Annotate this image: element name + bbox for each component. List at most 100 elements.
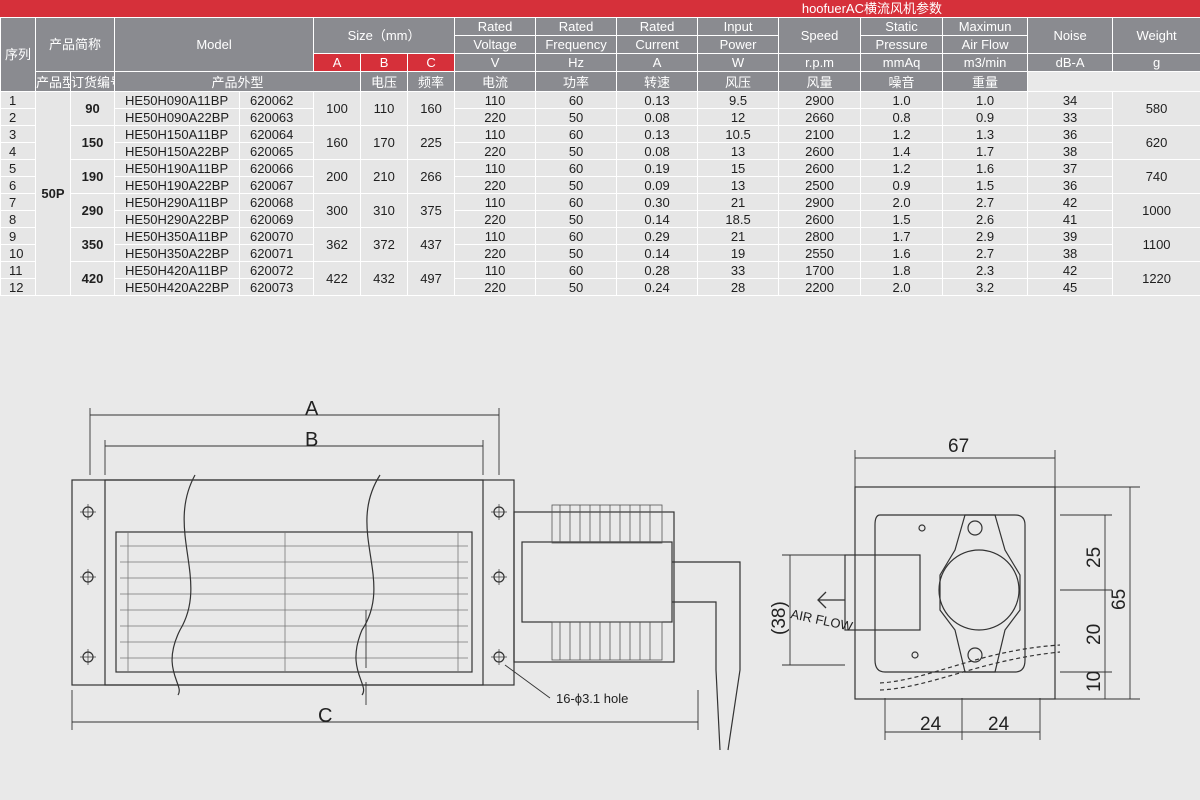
cell-order: 620069 — [239, 210, 315, 228]
cell-noise: 39 — [1027, 227, 1114, 245]
cell-noise: 33 — [1027, 108, 1114, 126]
cell-order: 620066 — [239, 159, 315, 177]
header-flow-unit: m3/min — [942, 53, 1029, 72]
cell-current: 0.09 — [616, 176, 699, 194]
cell-noise: 36 — [1027, 125, 1114, 143]
header-cn-flow: 风量 — [778, 71, 862, 92]
cell-flow: 2.7 — [942, 244, 1029, 262]
cell-size-a: 300 — [313, 193, 362, 228]
side-view-inner — [104, 479, 484, 686]
dim-label-c: C — [318, 705, 332, 727]
header-size: Size（mm） — [313, 17, 456, 54]
cell-model: HE50H350A22BP — [114, 244, 241, 262]
cell-pressure: 1.8 — [860, 261, 944, 279]
cell-model: HE50H290A22BP — [114, 210, 241, 228]
header-short-name: 产品简称 — [34, 17, 116, 72]
dim-label-b: B — [305, 429, 318, 451]
header-size-b: B — [360, 53, 409, 72]
cell-flow: 0.9 — [942, 108, 1029, 126]
airflow-arrow-icon — [817, 591, 845, 609]
cell-speed: 2600 — [778, 210, 862, 228]
cell-seq: 10 — [0, 244, 36, 262]
header-voltage-2: Voltage — [454, 35, 537, 54]
cell-series: 50P — [35, 91, 71, 296]
cell-frequency: 50 — [535, 142, 618, 160]
cell-current: 0.30 — [616, 193, 699, 211]
cell-noise: 42 — [1027, 193, 1114, 211]
cell-frequency: 50 — [535, 176, 618, 194]
header-speed-unit: r.p.m — [778, 53, 862, 72]
header-cn-size: 产品外型 — [114, 71, 362, 92]
header-cn-speed: 转速 — [616, 71, 699, 92]
cell-seq: 1 — [0, 91, 36, 109]
cell-size-a: 160 — [313, 125, 362, 160]
cell-flow: 1.6 — [942, 159, 1029, 177]
cell-voltage: 110 — [454, 159, 537, 177]
cell-noise: 34 — [1027, 91, 1114, 109]
cell-size-b: 110 — [360, 91, 409, 126]
cell-model: HE50H190A11BP — [114, 159, 241, 177]
cell-current: 0.14 — [616, 210, 699, 228]
break-line-right — [355, 474, 381, 696]
cell-model: HE50H150A22BP — [114, 142, 241, 160]
cell-speed: 2500 — [778, 176, 862, 194]
cell-order: 620063 — [239, 108, 315, 126]
cell-frequency: 60 — [535, 227, 618, 245]
title-banner: hoofuerAC横流风机参数 — [0, 0, 1200, 17]
cell-size-b: 210 — [360, 159, 409, 194]
cell-seq: 4 — [0, 142, 36, 160]
impeller-body — [115, 531, 473, 673]
lead-wire-2 — [672, 601, 721, 751]
side-view-frame — [71, 479, 515, 686]
cell-power: 9.5 — [697, 91, 780, 109]
cell-size-a: 422 — [313, 261, 362, 296]
header-voltage-unit: V — [454, 53, 537, 72]
cell-power: 12 — [697, 108, 780, 126]
header-freq-unit: Hz — [535, 53, 618, 72]
dimension-lines-front — [782, 450, 1140, 740]
dim-label-10: 10 — [1084, 671, 1105, 692]
cell-noise: 41 — [1027, 210, 1114, 228]
header-weight-unit: g — [1112, 53, 1200, 72]
cell-order: 620062 — [239, 91, 315, 109]
cell-current: 0.13 — [616, 125, 699, 143]
cell-size-a: 362 — [313, 227, 362, 262]
cell-power: 19 — [697, 244, 780, 262]
cell-seq: 6 — [0, 176, 36, 194]
table-row: 9 350 HE50H350A11BP 620070 362 372 437 110 60 0.2… — [0, 227, 1200, 262]
cell-order: 620068 — [239, 193, 315, 211]
cell-flow: 1.5 — [942, 176, 1029, 194]
header-voltage-1: Rated — [454, 17, 537, 36]
cell-seq: 11 — [0, 261, 36, 279]
cell-short-name: 350 — [69, 227, 116, 262]
cell-voltage: 220 — [454, 244, 537, 262]
header-cn-voltage: 电压 — [360, 71, 409, 92]
cell-short-name: 420 — [69, 261, 116, 296]
header-noise-unit: dB-A — [1027, 53, 1114, 72]
header-pressure-2: Pressure — [860, 35, 944, 54]
cell-size-c: 225 — [407, 125, 456, 160]
cell-size-c: 266 — [407, 159, 456, 194]
table-row: 12 HE50H420A22BP 620073 220 50 0.24 28 2200 2.0 3… — [0, 278, 1200, 296]
cell-size-c: 437 — [407, 227, 456, 262]
header-speed: Speed — [778, 17, 862, 54]
dim-label-24-left: 24 — [920, 714, 942, 735]
header-size-c: C — [407, 53, 456, 72]
cell-seq: 2 — [0, 108, 36, 126]
table-row: 6 HE50H190A22BP 620067 220 50 0.09 13 2500 0.9 1.… — [0, 176, 1200, 194]
fan-technical-drawing: A B C 16-ϕ3.1 hole 67 24 24 AIR FLOW 65 … — [71, 398, 1140, 751]
header-pressure-unit: mmAq — [860, 53, 944, 72]
front-view-housing — [874, 514, 1026, 673]
cell-size-b: 432 — [360, 261, 409, 296]
cell-power: 33 — [697, 261, 780, 279]
cell-flow: 2.9 — [942, 227, 1029, 245]
dim-label-a: A — [305, 398, 319, 420]
cell-frequency: 60 — [535, 193, 618, 211]
cell-weight: 1100 — [1112, 227, 1200, 262]
cell-model: HE50H150A11BP — [114, 125, 241, 143]
cell-voltage: 110 — [454, 193, 537, 211]
cell-order: 620070 — [239, 227, 315, 245]
cell-current: 0.28 — [616, 261, 699, 279]
cell-speed: 1700 — [778, 261, 862, 279]
cell-speed: 2600 — [778, 159, 862, 177]
